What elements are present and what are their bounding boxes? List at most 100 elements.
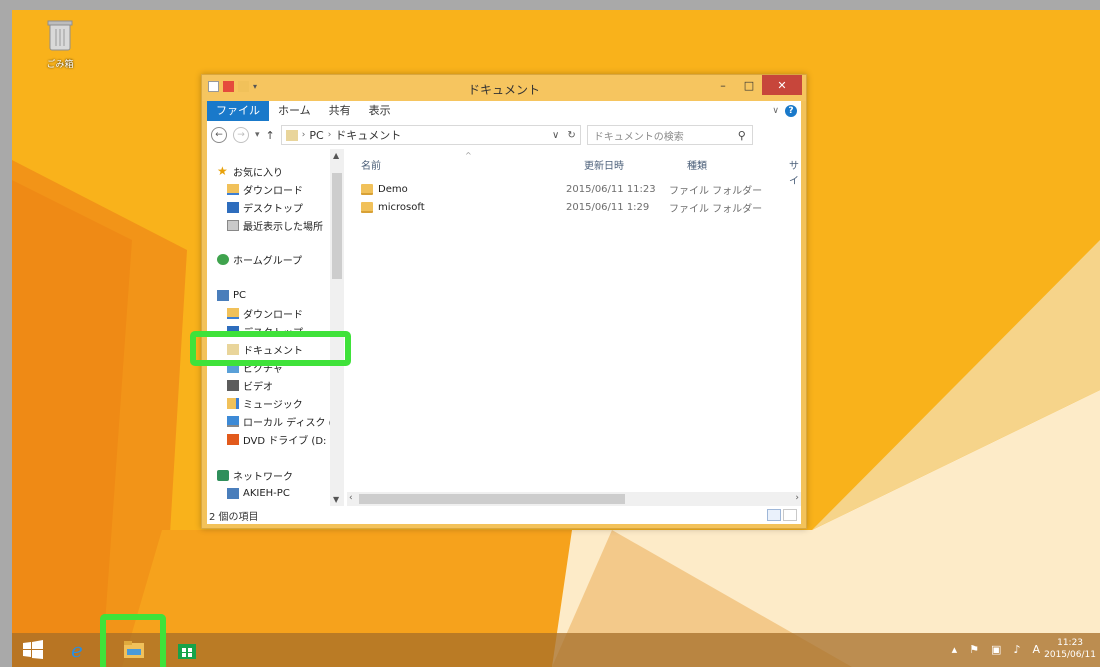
recycle-bin[interactable]: ごみ箱 <box>40 18 80 70</box>
star-icon: ★ <box>217 163 228 178</box>
store-icon[interactable] <box>176 639 198 661</box>
file-name: Demo <box>378 183 408 195</box>
close-button[interactable]: ✕ <box>762 75 802 95</box>
window-controls: – □ ✕ <box>710 75 802 95</box>
nav-dvd-drive-label: DVD ドライブ (D: <box>243 435 327 447</box>
action-center-flag-icon[interactable]: ⚑ <box>969 643 979 656</box>
nav-homegroup-label: ホームグループ <box>233 255 303 267</box>
file-row[interactable]: microsoft 2015/06/11 1:29 ファイル フォルダー <box>361 199 762 215</box>
scroll-up-icon[interactable]: ▲ <box>333 151 339 160</box>
breadcrumb-documents[interactable]: ドキュメント <box>335 127 401 143</box>
nav-favorites-desktop-label: デスクトップ <box>243 203 303 215</box>
scroll-down-icon[interactable]: ▼ <box>333 495 339 504</box>
details-view-button[interactable] <box>767 509 781 521</box>
minimize-button[interactable]: – <box>710 75 736 95</box>
nav-videos[interactable]: ビデオ <box>227 377 273 393</box>
local-disk-icon <box>227 415 239 427</box>
address-dropdown-icon[interactable]: ∨ <box>552 130 559 141</box>
tab-share[interactable]: 共有 <box>320 101 360 121</box>
nav-local-disk[interactable]: ローカル ディスク (C <box>227 413 340 429</box>
tab-view[interactable]: 表示 <box>360 101 400 121</box>
clock-time: 11:23 <box>1057 638 1084 648</box>
ime-indicator[interactable]: A <box>1032 643 1040 656</box>
network-status-icon[interactable]: ▣ <box>991 643 1001 656</box>
back-button[interactable]: ← <box>211 127 227 143</box>
view-buttons <box>767 509 801 521</box>
nav-pc[interactable]: PC <box>217 287 246 303</box>
nav-network-pc-label: AKIEH-PC <box>243 487 290 499</box>
column-header-date[interactable]: 更新日時 <box>584 157 624 172</box>
column-header-size[interactable]: サイ <box>789 157 801 187</box>
folder-icon <box>361 201 373 213</box>
nav-network[interactable]: ネットワーク <box>217 467 293 483</box>
nav-music[interactable]: ミュージック <box>227 395 303 411</box>
nav-local-disk-label: ローカル ディスク (C <box>243 417 340 429</box>
horizontal-scrollbar[interactable]: ‹ › <box>347 492 801 506</box>
nav-favorites[interactable]: ★ お気に入り <box>217 163 283 179</box>
up-button[interactable]: ↑ <box>266 129 275 142</box>
ribbon-tabs: ファイル ホーム 共有 表示 ∨ ? <box>207 101 801 121</box>
highlight-documents <box>190 331 351 366</box>
nav-recent-places[interactable]: 最近表示した場所 <box>227 217 323 233</box>
file-row[interactable]: Demo 2015/06/11 11:23 ファイル フォルダー <box>361 181 762 197</box>
expand-ribbon-icon[interactable]: ∨ <box>772 106 779 116</box>
music-icon <box>227 397 239 409</box>
search-placeholder: ドキュメントの検索 <box>593 131 684 143</box>
address-bar[interactable]: › PC › ドキュメント ∨ ↻ <box>280 125 581 145</box>
title-bar[interactable]: ▾ ドキュメント – □ ✕ <box>202 75 806 101</box>
search-input[interactable]: ドキュメントの検索 ⚲ <box>586 125 753 145</box>
nav-dvd-drive[interactable]: DVD ドライブ (D: <box>227 431 326 447</box>
nav-pc-downloads[interactable]: ダウンロード <box>227 305 303 321</box>
volume-muted-icon[interactable]: ♪ <box>1013 643 1020 656</box>
file-list: 名前 ^ 更新日時 種類 サイ Demo 2015/06/11 11:23 ファ… <box>347 149 801 506</box>
dvd-drive-icon <box>227 433 239 445</box>
status-bar: 2 個の項目 <box>207 506 801 524</box>
desktop-icon <box>227 201 239 213</box>
forward-button[interactable]: → <box>233 127 249 143</box>
scroll-right-icon[interactable]: › <box>795 493 799 503</box>
nav-homegroup[interactable]: ホームグループ <box>217 251 302 267</box>
nav-favorites-desktop[interactable]: デスクトップ <box>227 199 303 215</box>
clock-date: 2015/06/11 <box>1044 650 1096 660</box>
file-date: 2015/06/11 1:29 <box>566 201 650 213</box>
nav-network-pc[interactable]: AKIEH-PC <box>227 485 290 501</box>
recent-locations-icon[interactable]: ▾ <box>255 130 260 140</box>
nav-pane-scrollbar[interactable]: ▲ ▼ <box>330 149 344 506</box>
navigation-bar: ← → ▾ ↑ › PC › ドキュメント ∨ ↻ ドキュメントの検索 ⚲ <box>207 121 801 149</box>
homegroup-icon <box>217 253 229 265</box>
horizontal-scroll-thumb[interactable] <box>359 494 625 504</box>
highlight-file-explorer <box>100 614 166 667</box>
column-header-type[interactable]: 種類 <box>687 157 707 172</box>
explorer-window: ▾ ドキュメント – □ ✕ ファイル ホーム 共有 表示 ∨ ? ← → ▾ … <box>201 74 807 529</box>
item-count: 2 個の項目 <box>209 511 259 523</box>
nav-favorites-downloads[interactable]: ダウンロード <box>227 181 303 197</box>
help-icon[interactable]: ? <box>785 105 797 117</box>
downloads-icon <box>227 183 239 195</box>
maximize-button[interactable]: □ <box>736 75 762 95</box>
sort-ascending-icon: ^ <box>465 151 472 160</box>
nav-favorites-downloads-label: ダウンロード <box>243 185 303 197</box>
downloads-icon <box>227 307 239 319</box>
scroll-left-icon[interactable]: ‹ <box>349 493 353 503</box>
nav-recent-places-label: 最近表示した場所 <box>243 221 323 233</box>
nav-pane-scroll-thumb[interactable] <box>332 173 342 279</box>
nav-videos-label: ビデオ <box>243 381 273 393</box>
taskbar: e ▴ ⚑ ▣ ♪ A 11:23 2015/06/11 <box>12 633 1100 667</box>
large-icons-view-button[interactable] <box>783 509 797 521</box>
clock[interactable]: 11:23 2015/06/11 <box>1044 637 1096 661</box>
column-header-name[interactable]: 名前 <box>361 157 381 172</box>
tab-home[interactable]: ホーム <box>269 101 320 121</box>
show-hidden-icons-icon[interactable]: ▴ <box>952 643 958 656</box>
address-actions: ∨ ↻ <box>552 130 576 141</box>
nav-music-label: ミュージック <box>243 399 303 411</box>
tab-file[interactable]: ファイル <box>207 101 269 121</box>
windows-start-icon[interactable] <box>22 639 44 661</box>
internet-explorer-icon[interactable]: e <box>68 639 90 661</box>
refresh-button[interactable]: ↻ <box>567 130 575 141</box>
system-tray: ▴ ⚑ ▣ ♪ A <box>952 643 1040 656</box>
breadcrumb-pc[interactable]: PC <box>309 129 323 142</box>
folder-icon <box>361 183 373 195</box>
search-icon[interactable]: ⚲ <box>738 129 746 142</box>
content-area: ★ お気に入り ダウンロード デスクトップ 最近表示した場所 ホームグループ P… <box>207 149 801 506</box>
file-type: ファイル フォルダー <box>669 185 763 197</box>
